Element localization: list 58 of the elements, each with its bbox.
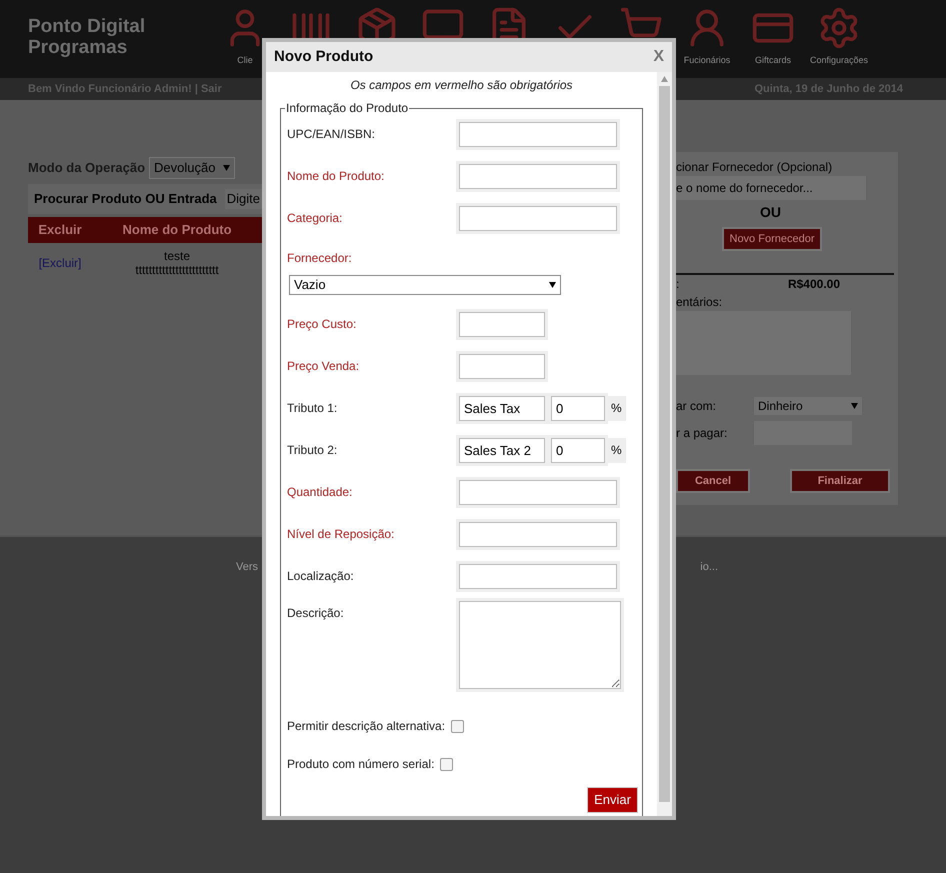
field-label: Tributo 1: [287, 401, 338, 415]
scrollbar[interactable] [657, 72, 672, 816]
payment-label: ar com: [676, 398, 718, 415]
search-label: Procurar Produto OU Entrada [34, 190, 217, 208]
close-button[interactable]: X [653, 45, 664, 69]
percent-sign: % [611, 442, 622, 459]
field-label: UPC/EAN/ISBN: [287, 127, 376, 141]
comments-label: entários: [676, 294, 724, 311]
field-label: Tributo 2: [287, 443, 338, 457]
field-label: Nome do Produto: [287, 169, 384, 183]
payment-select[interactable]: Dinheiro [754, 397, 862, 415]
nav-label[interactable]: Configurações [810, 54, 868, 68]
field-label: Nível de Reposição: [287, 527, 394, 541]
amount-label: r a pagar: [676, 425, 728, 442]
nav-label[interactable]: Fucionários [684, 54, 730, 68]
cancel-button[interactable]: Cancel [676, 469, 750, 493]
supplier-select[interactable]: Vazio [289, 275, 561, 295]
field-label: Produto com número serial: [287, 757, 434, 771]
column-header: Excluir [37, 221, 83, 240]
column-header: Nome do Produto [122, 221, 233, 240]
field-label: Categoria: [287, 211, 342, 225]
required-note: Os campos em vermelho são obrigatórios [349, 77, 574, 94]
total-label: : [676, 276, 680, 293]
supplier-label: cionar Fornecedor (Opcional) [676, 159, 834, 176]
caret-icon [223, 165, 230, 171]
caret-icon [851, 403, 858, 409]
checkbox[interactable] [451, 720, 464, 732]
total-amount: R$400.00 [788, 276, 840, 293]
select-value: Vazio [294, 276, 326, 294]
comments-field[interactable] [676, 311, 851, 375]
field-label: Localização: [287, 569, 354, 583]
scroll-up-icon [661, 76, 668, 82]
field-label: Fornecedor: [287, 250, 353, 267]
search-field[interactable]: Digite [224, 189, 262, 209]
dialog-title: Novo Produto [274, 46, 374, 67]
field-label: Preço Venda: [287, 359, 360, 373]
group-legend: Informação do Produto [285, 101, 410, 115]
checkbox[interactable] [440, 758, 454, 770]
logo-text: Ponto Digital Programas [28, 16, 146, 58]
supplier-field[interactable]: e o nome do fornecedor... [676, 176, 866, 200]
percent-sign: % [611, 400, 622, 417]
field-label: Descrição: [287, 606, 344, 620]
or-text: OU [760, 203, 782, 222]
mode-select[interactable]: Devolução [149, 157, 236, 179]
new-supplier-button[interactable]: Novo Fornecedor [722, 227, 822, 251]
nav-label[interactable]: Giftcards [754, 54, 791, 68]
footer-text: io... [700, 560, 718, 575]
finish-button[interactable]: Finalizar [790, 469, 890, 493]
footer-text: Vers [236, 560, 258, 575]
field-label: Permitir descrição alternativa: [287, 719, 446, 733]
product-name-cell-text: teste ttttttttttttttttttttttttt [134, 249, 220, 277]
field-label: Preço Custo: [287, 317, 356, 331]
field-label: Quantidade: [287, 485, 352, 499]
nav-label[interactable]: Clie [237, 54, 253, 68]
submit-button[interactable]: Enviar [587, 787, 638, 813]
description-field[interactable] [459, 601, 621, 689]
mode-label: Modo da Operação [28, 159, 146, 178]
caret-icon [549, 282, 556, 288]
